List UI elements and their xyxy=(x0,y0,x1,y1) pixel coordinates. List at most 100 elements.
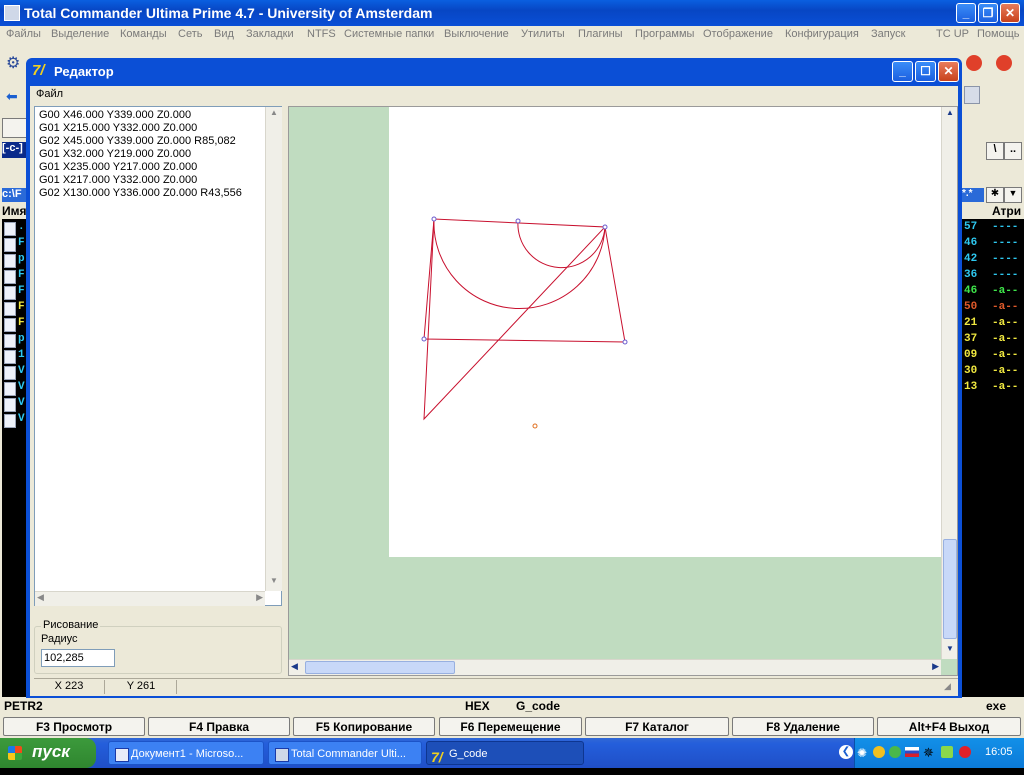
left-file-row[interactable]: F xyxy=(18,317,25,329)
left-file-row[interactable]: F xyxy=(18,285,25,297)
drive-button[interactable] xyxy=(2,118,28,138)
right-file-row-attr[interactable]: ---- xyxy=(992,237,1018,249)
clock[interactable]: 16:05 xyxy=(985,746,1013,758)
tray-expand-icon[interactable]: ❮ xyxy=(839,745,853,759)
left-file-row[interactable]: V xyxy=(18,413,25,425)
right-file-row-attr[interactable]: -a-- xyxy=(992,301,1018,313)
menu-item-tc-up[interactable]: TC UP xyxy=(936,28,969,40)
right-file-row-size[interactable]: 50 xyxy=(964,301,977,313)
filter-dropdown-button[interactable]: ▼ xyxy=(1004,187,1022,203)
close-button[interactable]: ✕ xyxy=(1000,3,1020,23)
taskbar-item-total-commander[interactable]: Total Commander Ulti... xyxy=(268,741,422,765)
f7-mkdir-button[interactable]: F7 Каталог xyxy=(585,717,729,736)
right-file-row-attr[interactable]: -a-- xyxy=(992,285,1018,297)
scroll-left-arrow-icon[interactable]: ◀ xyxy=(37,592,44,603)
right-file-row-size[interactable]: 36 xyxy=(964,269,977,281)
start-button[interactable]: пуск xyxy=(0,738,96,768)
gcode-textarea[interactable]: G00 X46.000 Y339.000 Z0.000 G01 X215.000… xyxy=(34,106,282,606)
vertex-point[interactable] xyxy=(622,339,628,345)
right-file-row-attr[interactable]: ---- xyxy=(992,221,1018,233)
left-column-name-header[interactable]: Имя xyxy=(2,204,27,219)
tree-icon[interactable] xyxy=(964,86,980,104)
tray-spider-icon[interactable]: ✵ xyxy=(923,745,934,761)
vertex-point[interactable] xyxy=(431,216,437,222)
menu-item-system-folders[interactable]: Системные папки xyxy=(344,28,434,40)
parent-dir-button[interactable]: .. xyxy=(1004,142,1022,160)
menu-item-utilities[interactable]: Утилиты xyxy=(521,28,565,40)
tc-title-bar[interactable]: Total Commander Ultima Prime 4.7 - Unive… xyxy=(0,0,1024,26)
minimize-button[interactable]: _ xyxy=(956,3,976,23)
right-file-row-size[interactable]: 21 xyxy=(964,317,977,329)
tray-network-icon[interactable] xyxy=(889,746,901,758)
language-flag-icon[interactable] xyxy=(905,747,919,757)
right-file-row-size[interactable]: 46 xyxy=(964,285,977,297)
back-arrow-icon[interactable]: ⬅ xyxy=(6,88,18,105)
taskbar-item-word[interactable]: Документ1 - Microso... xyxy=(108,741,264,765)
editor-close-button[interactable]: ✕ xyxy=(938,61,959,82)
right-file-row-attr[interactable]: -a-- xyxy=(992,317,1018,329)
left-file-row[interactable]: F xyxy=(18,269,25,281)
menu-item-file[interactable]: Файл xyxy=(36,88,63,100)
f8-delete-button[interactable]: F8 Удаление xyxy=(732,717,874,736)
left-file-row[interactable]: p xyxy=(18,333,25,345)
left-file-row[interactable]: p xyxy=(18,253,25,265)
vertex-point[interactable] xyxy=(602,224,608,230)
gear-icon[interactable]: ⚙ xyxy=(6,53,20,73)
right-file-row-attr[interactable]: -a-- xyxy=(992,365,1018,377)
scroll-down-arrow-icon[interactable]: ▼ xyxy=(267,576,281,590)
vertex-point[interactable] xyxy=(421,336,427,342)
radius-input[interactable] xyxy=(41,649,115,667)
origin-point[interactable] xyxy=(532,423,538,429)
left-file-row[interactable]: V xyxy=(18,365,25,377)
tray-circle-icon[interactable] xyxy=(873,746,885,758)
alt-f4-exit-button[interactable]: Alt+F4 Выход xyxy=(877,717,1021,736)
antivirus-icon[interactable] xyxy=(959,746,971,758)
toolpath-drawing[interactable] xyxy=(289,107,958,676)
vertex-point[interactable] xyxy=(515,218,521,224)
right-file-row-size[interactable]: 46 xyxy=(964,237,977,249)
scroll-right-arrow-icon[interactable]: ▶ xyxy=(932,661,939,672)
menu-item-display[interactable]: Отображение xyxy=(703,28,773,40)
left-file-row[interactable]: F xyxy=(18,237,25,249)
menu-item-select[interactable]: Выделение xyxy=(51,28,109,40)
menu-item-files[interactable]: Файлы xyxy=(6,28,41,40)
drawing-canvas-viewport[interactable]: ▲ ▼ ◀ ▶ xyxy=(288,106,958,676)
scroll-left-arrow-icon[interactable]: ◀ xyxy=(291,661,298,672)
menu-item-plugins[interactable]: Плагины xyxy=(578,28,623,40)
right-column-attr-header[interactable]: Атри xyxy=(992,204,1024,219)
right-file-row-size[interactable]: 13 xyxy=(964,381,977,393)
right-file-row-size[interactable]: 09 xyxy=(964,349,977,361)
left-file-row[interactable]: F xyxy=(18,301,25,313)
menu-item-launch[interactable]: Запуск xyxy=(871,28,905,40)
scroll-up-arrow-icon[interactable]: ▲ xyxy=(267,108,281,122)
canvas-hscroll-thumb[interactable] xyxy=(305,661,455,674)
canvas-vertical-scrollbar[interactable]: ▲ ▼ xyxy=(941,107,957,659)
editor-minimize-button[interactable]: _ xyxy=(892,61,913,82)
gcode-horizontal-scrollbar[interactable]: ◀ ▶ xyxy=(35,591,265,606)
drive-label[interactable]: [-c-] xyxy=(2,142,26,158)
menu-item-shutdown[interactable]: Выключение xyxy=(444,28,509,40)
right-file-row-size[interactable]: 57 xyxy=(964,221,977,233)
tray-shield-icon[interactable] xyxy=(941,746,953,758)
editor-maximize-button[interactable]: ☐ xyxy=(915,61,936,82)
menu-item-bookmarks[interactable]: Закладки xyxy=(246,28,294,40)
right-file-row-size[interactable]: 42 xyxy=(964,253,977,265)
resize-grip-icon[interactable]: ◢ xyxy=(944,681,956,693)
filter-star-button[interactable]: ✱ xyxy=(986,187,1004,203)
left-file-row[interactable]: V xyxy=(18,397,25,409)
left-file-row[interactable]: 1 xyxy=(18,349,25,361)
menu-item-network[interactable]: Сеть xyxy=(178,28,202,40)
menu-item-help[interactable]: Помощь xyxy=(977,28,1020,40)
left-path-label[interactable]: c:\F xyxy=(2,188,26,202)
canvas-vscroll-thumb[interactable] xyxy=(943,539,957,639)
menu-item-commands[interactable]: Команды xyxy=(120,28,167,40)
editor-title-bar[interactable]: 7/ Редактор _ ☐ ✕ xyxy=(26,58,962,86)
right-file-row-attr[interactable]: -a-- xyxy=(992,333,1018,345)
menu-item-ntfs[interactable]: NTFS xyxy=(307,28,336,40)
shutdown-icon[interactable] xyxy=(996,55,1012,71)
f6-move-button[interactable]: F6 Перемещение xyxy=(439,717,582,736)
right-file-row-attr[interactable]: ---- xyxy=(992,269,1018,281)
menu-item-configuration[interactable]: Конфигурация xyxy=(785,28,859,40)
scroll-down-arrow-icon[interactable]: ▼ xyxy=(943,644,957,658)
menu-item-programs[interactable]: Программы xyxy=(635,28,694,40)
